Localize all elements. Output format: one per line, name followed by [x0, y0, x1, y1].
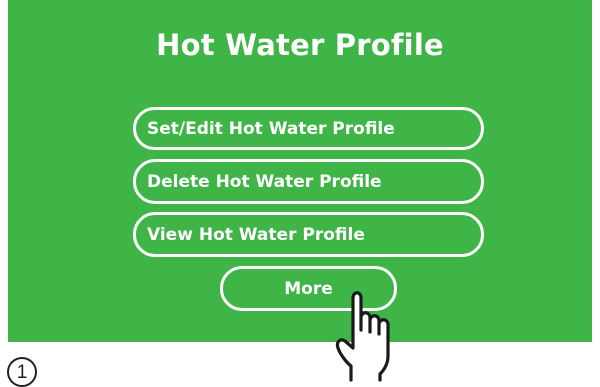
button-label: View Hot Water Profile: [147, 224, 365, 245]
hot-water-profile-screen: Hot Water Profile Set/Edit Hot Water Pro…: [8, 0, 592, 342]
set-edit-hot-water-profile-button[interactable]: Set/Edit Hot Water Profile: [133, 107, 484, 150]
step-number-badge: 1: [7, 357, 37, 387]
delete-hot-water-profile-button[interactable]: Delete Hot Water Profile: [133, 159, 484, 204]
view-hot-water-profile-button[interactable]: View Hot Water Profile: [133, 212, 484, 257]
screen-title: Hot Water Profile: [156, 28, 444, 62]
button-label: Delete Hot Water Profile: [147, 171, 382, 192]
hand-pointer-icon: [335, 291, 390, 382]
button-label: More: [284, 278, 333, 299]
button-label: Set/Edit Hot Water Profile: [147, 118, 395, 139]
